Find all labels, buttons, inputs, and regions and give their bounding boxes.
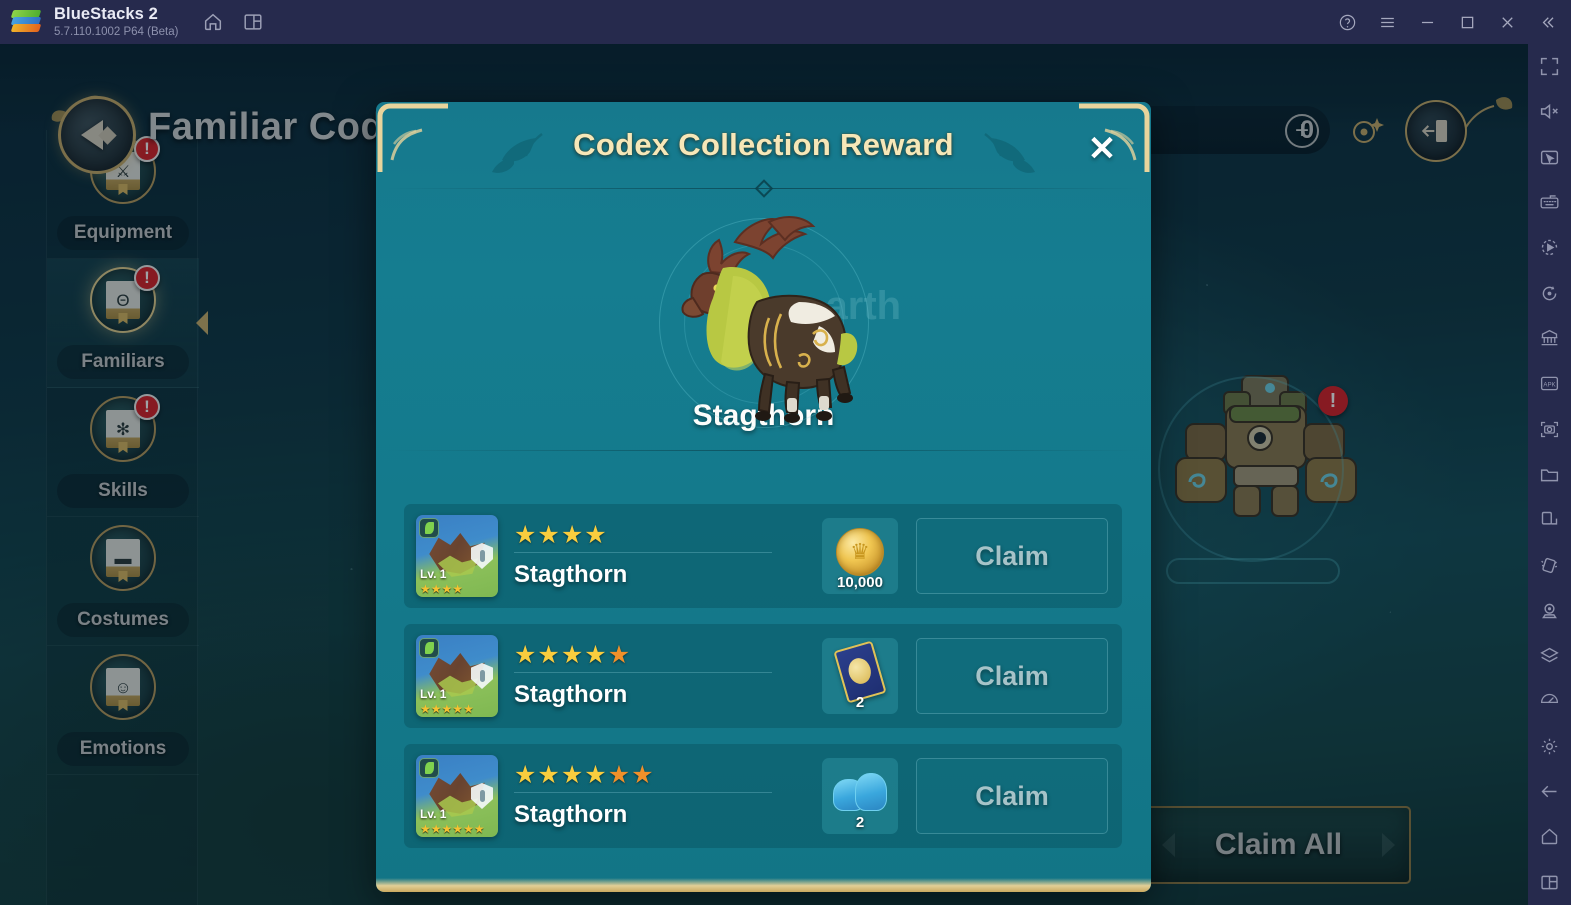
leaf-ornament-right-icon (981, 132, 1043, 183)
level-label: Lv. 1 (420, 567, 447, 581)
menu-icon[interactable] (1367, 0, 1407, 44)
collapse-icon[interactable] (1527, 0, 1567, 44)
reward-item[interactable]: 2 (822, 758, 898, 834)
reward-info: ★ ★ ★ ★ ★ Stagthorn (514, 643, 822, 709)
multi-instance-icon[interactable] (242, 11, 264, 33)
reward-info: ★ ★ ★ ★ ★ ★ Stagthorn (514, 763, 822, 829)
titlebar: BlueStacks 2 5.7.110.1002 P64 (Beta) (0, 0, 1571, 44)
familiar-name: Stagthorn (514, 801, 628, 828)
stagthorn-sprite (649, 206, 879, 441)
familiar-thumbnail[interactable]: Lv. 1 ★ ★ ★ ★ ★ ★ (416, 755, 498, 837)
card-stars: ★ ★ ★ ★ ★ ★ (420, 822, 485, 836)
home-icon[interactable] (1528, 814, 1571, 859)
install-apk-icon[interactable]: APK (1528, 361, 1571, 406)
card-stars: ★ ★ ★ ★ (420, 582, 464, 596)
modal-title: Codex Collection Reward (573, 127, 954, 162)
multi-instance-manager-icon[interactable] (1528, 316, 1571, 361)
layers-icon[interactable] (1528, 633, 1571, 678)
window-controls (1327, 0, 1571, 44)
app-name: BlueStacks 2 (54, 5, 158, 24)
element-leaf-icon (419, 518, 439, 538)
leaf-ornament-left-icon (484, 132, 546, 183)
hero-divider (386, 450, 1141, 451)
codex-collection-reward-dialog: Codex Collection Reward ✕ arth Lv. 1 ★ ★… (376, 102, 1151, 892)
modal-bottom-ornament (376, 878, 1151, 892)
rotate-icon[interactable] (1528, 271, 1571, 316)
reward-rows: Lv. 1 ★★★★ ★★★★ Stagthorn 10,000 (404, 504, 1122, 864)
minimize-icon[interactable] (1407, 0, 1447, 44)
maximize-icon[interactable] (1447, 0, 1487, 44)
card-stars: ★ ★ ★ ★ ★ (420, 702, 474, 716)
familiar-thumbnail[interactable]: Lv. 1 ★ ★ ★ ★ (416, 515, 498, 597)
level-label: Lv. 1 (420, 687, 447, 701)
star-rating: ★ ★ ★ ★ (514, 521, 607, 549)
modal-header: Codex Collection Reward (376, 102, 1151, 188)
trim-icon[interactable] (1528, 497, 1571, 542)
familiar-thumbnail[interactable]: Lv. 1 ★ ★ ★ ★ ★ (416, 635, 498, 717)
claim-button[interactable]: Claim (916, 758, 1108, 834)
location-icon[interactable] (1528, 588, 1571, 633)
familiar-name: Stagthorn (514, 681, 628, 708)
pointer-icon[interactable] (1528, 135, 1571, 180)
star-rating: ★ ★ ★ ★ ★ ★ (514, 761, 654, 789)
bluestacks-sidebar: APK (1528, 44, 1571, 905)
keyboard-icon[interactable] (1528, 180, 1571, 225)
coin-icon (836, 528, 884, 576)
recents-icon[interactable] (1528, 860, 1571, 905)
svg-text:APK: APK (1543, 382, 1555, 389)
table-row[interactable]: Lv. 1 ★★★★★★ ★★★★★★ Stagthorn (404, 744, 1122, 848)
back-arrow-icon[interactable] (1528, 769, 1571, 814)
app-identity: BlueStacks 2 5.7.110.1002 P64 (Beta) (54, 5, 179, 38)
hero-section: arth (376, 198, 1151, 448)
app-version: 5.7.110.1002 P64 (Beta) (54, 25, 179, 38)
close-icon[interactable] (1487, 0, 1527, 44)
reward-info: ★ ★ ★ ★ Stagthorn (514, 523, 822, 589)
reward-quantity: 2 (855, 694, 865, 711)
screenshot-icon[interactable] (1528, 407, 1571, 452)
table-row[interactable]: Lv. 1 ★ ★ ★ ★ ★ ★ ★ ★ ★ ★ Stagthorn 2 Cla (404, 624, 1122, 728)
home-icon[interactable] (202, 11, 224, 33)
table-row[interactable]: Lv. 1 ★★★★ ★★★★ Stagthorn 10,000 (404, 504, 1122, 608)
row-divider (514, 672, 772, 673)
element-leaf-icon (419, 758, 439, 778)
reward-quantity: 10,000 (837, 574, 883, 591)
claim-button[interactable]: Claim (916, 518, 1108, 594)
macro-icon[interactable] (1528, 225, 1571, 270)
reward-item[interactable]: 10,000 (822, 518, 898, 594)
row-divider (514, 792, 772, 793)
level-label: Lv. 1 (420, 807, 447, 821)
claim-button[interactable]: Claim (916, 638, 1108, 714)
titlebar-quick-icons (202, 11, 264, 33)
familiar-name: Stagthorn (514, 561, 628, 588)
shake-icon[interactable] (1528, 542, 1571, 587)
media-folder-icon[interactable] (1528, 452, 1571, 497)
eco-mode-icon[interactable] (1528, 678, 1571, 723)
help-icon[interactable] (1327, 0, 1367, 44)
reward-item[interactable]: 2 (822, 638, 898, 714)
row-divider (514, 552, 772, 553)
settings-gear-icon[interactable] (1528, 724, 1571, 769)
game-viewport: ! Familiar Codex ? 22,100 (0, 44, 1528, 905)
star-rating: ★ ★ ★ ★ ★ (514, 641, 631, 669)
mute-icon[interactable] (1528, 89, 1571, 134)
element-leaf-icon (419, 638, 439, 658)
slime-icon (833, 771, 887, 813)
reward-quantity: 2 (855, 814, 865, 831)
fullscreen-icon[interactable] (1528, 44, 1571, 89)
close-button[interactable]: ✕ (1079, 126, 1125, 172)
bluestacks-logo-icon (10, 8, 42, 36)
